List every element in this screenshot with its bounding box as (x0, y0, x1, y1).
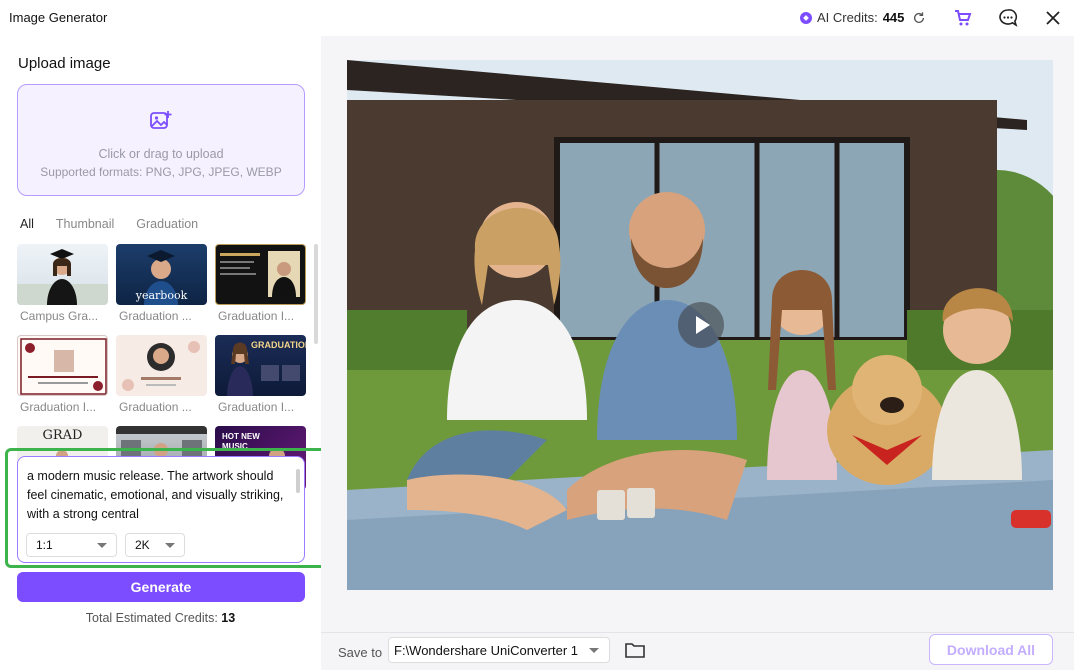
credits-value: 445 (882, 10, 905, 25)
save-path-value: F:\Wondershare UniConverter 1 (394, 642, 579, 658)
upload-formats: Supported formats: PNG, JPG, JPEG, WEBP (40, 165, 282, 179)
chevron-down-icon (589, 648, 599, 653)
image-generator-window: Image Generator AI Credits: 445 Upload i… (0, 0, 1074, 670)
ai-credits: AI Credits: 445 (800, 10, 926, 25)
generated-image-preview[interactable] (347, 60, 1053, 590)
template-thumbnail[interactable] (116, 335, 207, 396)
close-icon[interactable] (1043, 8, 1063, 28)
template-thumbnail[interactable]: GRADUATION (215, 335, 306, 396)
save-path-select[interactable]: F:\Wondershare UniConverter 1 (388, 637, 610, 663)
resolution-select[interactable]: 2K (125, 533, 185, 557)
tab-graduation[interactable]: Graduation (136, 217, 198, 231)
template-thumbnail[interactable] (215, 244, 306, 305)
generate-button[interactable]: Generate (17, 572, 305, 602)
add-image-icon (150, 111, 172, 129)
window-title: Image Generator (9, 10, 108, 25)
folder-icon[interactable] (625, 641, 645, 659)
prompt-text[interactable]: a modern music release. The artwork shou… (27, 467, 287, 524)
prompt-input[interactable]: a modern music release. The artwork shou… (17, 456, 305, 563)
tab-all[interactable]: All (20, 217, 34, 231)
title-bar: Image Generator AI Credits: 445 (0, 0, 1074, 36)
aspect-ratio-select[interactable]: 1:1 (26, 533, 117, 557)
chevron-down-icon (165, 543, 175, 548)
chevron-down-icon (97, 543, 107, 548)
prompt-scrollbar[interactable] (296, 469, 300, 493)
template-label: Campus Gra... (20, 309, 99, 323)
estimated-credits-label: Total Estimated Credits: (85, 611, 218, 625)
upload-title: Upload image (18, 55, 111, 72)
download-all-button[interactable]: Download All (929, 634, 1053, 665)
template-label: Graduation ... (119, 309, 192, 323)
resolution-value: 2K (135, 538, 150, 552)
aspect-ratio-value: 1:1 (36, 538, 53, 552)
template-thumbnail[interactable]: yearbook (116, 244, 207, 305)
template-scrollbar[interactable] (314, 244, 318, 344)
template-label: Graduation ... (119, 400, 192, 414)
credits-gem-icon (800, 11, 812, 24)
template-label: Graduation I... (20, 400, 97, 414)
template-art-text: GRADUATION (251, 340, 306, 350)
feedback-icon[interactable] (998, 8, 1018, 28)
cart-icon[interactable] (953, 8, 973, 28)
estimated-credits-value: 13 (221, 611, 236, 625)
save-to-label: Save to (338, 645, 383, 660)
template-thumbnail[interactable] (17, 244, 108, 305)
tab-thumbnail[interactable]: Thumbnail (56, 217, 114, 231)
bottom-toolbar: Save to F:\Wondershare UniConverter 1 Do… (321, 632, 1074, 670)
template-thumbnail[interactable] (17, 335, 108, 396)
play-icon[interactable] (678, 302, 724, 348)
preview-panel: Save to F:\Wondershare UniConverter 1 Do… (321, 36, 1074, 670)
upload-dropzone[interactable]: Click or drag to upload Supported format… (17, 84, 305, 196)
template-label: Graduation I... (218, 400, 295, 414)
template-tabs: All Thumbnail Graduation (20, 217, 220, 231)
estimated-credits: Total Estimated Credits: 13 (0, 611, 321, 625)
template-label: Graduation I... (218, 309, 295, 323)
refresh-icon[interactable] (912, 11, 926, 25)
template-art-text: yearbook (135, 289, 188, 302)
upload-hint: Click or drag to upload (98, 147, 224, 161)
credits-label: AI Credits: (817, 10, 878, 25)
